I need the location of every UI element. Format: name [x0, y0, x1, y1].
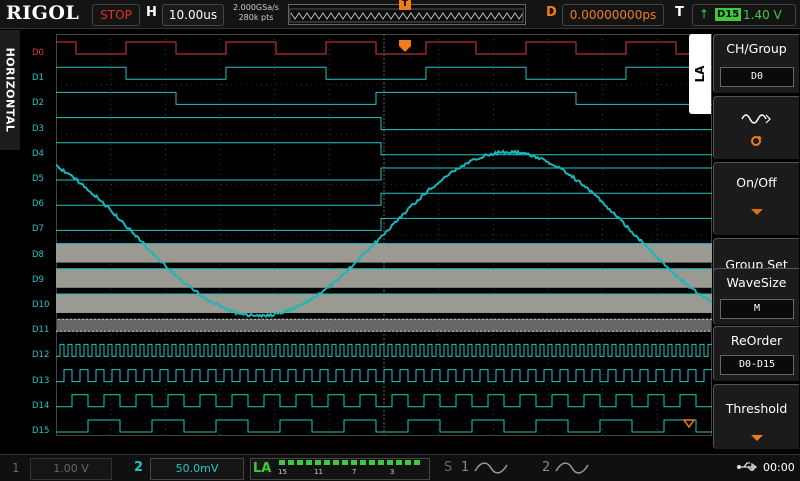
channel-label[interactable]: D15	[32, 426, 49, 436]
la-bit-label: 3	[390, 468, 394, 477]
sample-rate: 2.000GSa/s	[228, 3, 284, 13]
channel-label[interactable]: D5	[32, 174, 44, 184]
channel-label[interactable]: D7	[32, 224, 44, 234]
horizontal-mark: H	[146, 5, 157, 20]
horizontal-tab[interactable]: HORIZONTAL	[0, 30, 20, 150]
digital-trace-d12	[56, 344, 712, 356]
memory-depth: 280k pts	[228, 13, 284, 23]
channel-label[interactable]: D13	[32, 376, 49, 386]
trigger-source: D15	[715, 8, 741, 21]
serial-label[interactable]: S	[444, 458, 452, 478]
reorder-value: D0-D15	[720, 355, 794, 375]
digital-band-d8	[56, 244, 712, 263]
trigger-time-marker	[399, 40, 411, 52]
trigger-level-marker	[684, 420, 694, 427]
threshold-label: Threshold	[714, 401, 799, 416]
waveform-canvas	[56, 34, 712, 436]
wave-size-label: WaveSize	[714, 275, 799, 290]
channel-label[interactable]: D12	[32, 350, 49, 360]
menu-waveform-toggle[interactable]	[713, 96, 799, 159]
menu-wave-size[interactable]: WaveSize M	[713, 268, 799, 325]
trigger-position-marker: T	[399, 0, 411, 10]
trigger-settings[interactable]: ↑ D15 1.40 V	[692, 4, 796, 26]
ch2-scale[interactable]: 50.0mV	[150, 458, 244, 480]
la-badge: LA	[253, 460, 271, 477]
channel-label[interactable]: D0	[32, 48, 44, 58]
acquisition-info: 2.000GSa/s 280k pts	[228, 3, 284, 23]
delay-mark: D	[546, 5, 557, 20]
channel-status-bar: 1 1.00 V 2 50.0mV LA 15 11 7 3 S 1 2 00:…	[0, 454, 800, 481]
ch-group-label: CH/Group	[714, 41, 799, 56]
clock: 00:00	[763, 458, 795, 478]
channel-label[interactable]: D10	[32, 300, 49, 310]
bus2-wave-icon	[555, 460, 589, 476]
channel-label[interactable]: D2	[32, 98, 44, 108]
ch2-number[interactable]: 2	[134, 458, 143, 478]
digital-band-d9	[56, 269, 712, 288]
reorder-label: ReOrder	[714, 333, 799, 348]
channel-label[interactable]: D8	[32, 250, 44, 260]
digital-trace-d13	[56, 370, 712, 382]
channel-label[interactable]: D1	[32, 73, 44, 83]
menu-threshold[interactable]: Threshold	[713, 384, 799, 449]
menu-on-off[interactable]: On/Off	[713, 162, 799, 235]
rising-edge-icon: ↑	[699, 7, 709, 21]
trigger-mark: T	[675, 5, 684, 20]
la-status[interactable]: LA 15 11 7 3	[250, 458, 430, 480]
waveform-toggle-icon	[714, 97, 799, 159]
chevron-down-icon	[751, 435, 763, 441]
horizontal-tab-label: HORIZONTAL	[4, 48, 17, 133]
channel-label[interactable]: D3	[32, 124, 44, 134]
delay-value[interactable]: 0.00000000ps	[562, 4, 664, 26]
timebase-value[interactable]: 10.00us	[162, 4, 224, 26]
la-bit-label: 15	[278, 468, 287, 477]
ch1-scale[interactable]: 1.00 V	[30, 458, 112, 480]
ch1-number[interactable]: 1	[12, 458, 20, 478]
run-stop-status[interactable]: STOP	[92, 4, 140, 26]
channel-label[interactable]: D11	[32, 325, 49, 335]
waveform-display[interactable]	[56, 34, 712, 436]
bus1-number[interactable]: 1	[461, 458, 469, 478]
trigger-level: 1.40 V	[743, 5, 782, 25]
bus2-number[interactable]: 2	[542, 458, 550, 478]
wave-size-value: M	[720, 299, 794, 319]
channel-label[interactable]: D6	[32, 199, 44, 209]
chevron-down-icon	[751, 209, 763, 215]
channel-label[interactable]: D9	[32, 275, 44, 285]
la-bit-label: 7	[352, 468, 356, 477]
la-menu: CH/Group D0 On/Off Group Set WaveSize M …	[713, 34, 800, 450]
digital-trace-d11	[56, 319, 712, 331]
menu-ch-group[interactable]: CH/Group D0	[713, 34, 799, 93]
digital-band-d10	[56, 294, 712, 313]
menu-reorder[interactable]: ReOrder D0-D15	[713, 326, 799, 381]
channel-label[interactable]: D14	[32, 401, 49, 411]
channel-label[interactable]: D4	[32, 149, 44, 159]
status-bar: RIGOL STOP H 10.00us 2.000GSa/s 280k pts…	[0, 0, 800, 29]
on-off-label: On/Off	[714, 175, 799, 190]
brand-logo: RIGOL	[6, 2, 79, 24]
la-menu-tab[interactable]: LA	[689, 34, 711, 114]
ch-group-value: D0	[720, 67, 794, 87]
bus1-wave-icon	[474, 460, 508, 476]
usb-icon	[736, 461, 760, 473]
la-bit-label: 11	[314, 468, 323, 477]
la-menu-tab-label: LA	[693, 66, 707, 83]
